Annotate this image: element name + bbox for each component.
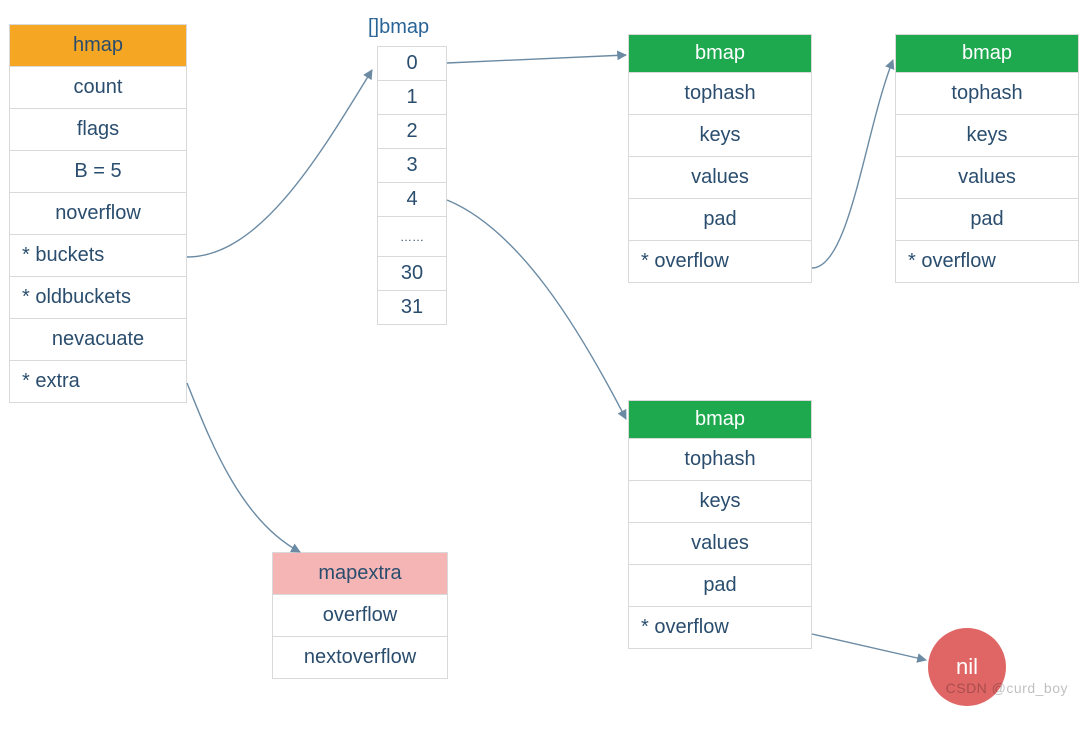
- bmap4-field: tophash: [629, 439, 812, 481]
- bmap4-header: bmap: [629, 401, 812, 439]
- bmap-overflow-field: tophash: [896, 73, 1079, 115]
- bmap4-field: pad: [629, 565, 812, 607]
- bmap0-header: bmap: [629, 35, 812, 73]
- bmap0-field: tophash: [629, 73, 812, 115]
- bmap-array-label: []bmap: [368, 16, 429, 39]
- hmap-field: flags: [10, 109, 187, 151]
- arrow-index0-to-bmap0: [447, 55, 626, 63]
- arrow-bmap4-overflow-nil: [812, 634, 926, 660]
- hmap-table: hmap count flags B = 5 noverflow * bucke…: [9, 24, 187, 403]
- array-cell-ellipsis: ……: [378, 217, 447, 257]
- arrow-index4-to-bmap4: [447, 200, 626, 419]
- mapextra-header: mapextra: [273, 553, 448, 595]
- bmap-overflow-field-overflow: * overflow: [896, 241, 1079, 283]
- bmap0-field: pad: [629, 199, 812, 241]
- bmap0-table: bmap tophash keys values pad * overflow: [628, 34, 812, 283]
- hmap-field: count: [10, 67, 187, 109]
- mapextra-field: nextoverflow: [273, 637, 448, 679]
- bmap4-table: bmap tophash keys values pad * overflow: [628, 400, 812, 649]
- array-cell: 0: [378, 47, 447, 81]
- array-cell: 3: [378, 149, 447, 183]
- array-cell: 30: [378, 257, 447, 291]
- hmap-field: noverflow: [10, 193, 187, 235]
- hmap-field-extra: * extra: [10, 361, 187, 403]
- arrow-extra-to-mapextra: [187, 383, 300, 552]
- arrow-bmap0-overflow: [812, 60, 893, 268]
- bmap0-field: values: [629, 157, 812, 199]
- arrow-buckets-to-array: [187, 70, 372, 257]
- nil-label: nil: [956, 654, 978, 680]
- bmap4-field: values: [629, 523, 812, 565]
- bmap-overflow-table: bmap tophash keys values pad * overflow: [895, 34, 1079, 283]
- bmap4-field-overflow: * overflow: [629, 607, 812, 649]
- bmap-overflow-header: bmap: [896, 35, 1079, 73]
- bmap0-field: keys: [629, 115, 812, 157]
- array-cell: 4: [378, 183, 447, 217]
- mapextra-table: mapextra overflow nextoverflow: [272, 552, 448, 679]
- watermark: CSDN @curd_boy: [946, 680, 1068, 696]
- mapextra-field: overflow: [273, 595, 448, 637]
- array-cell: 31: [378, 291, 447, 325]
- hmap-field: nevacuate: [10, 319, 187, 361]
- bmap-overflow-field: keys: [896, 115, 1079, 157]
- hmap-header: hmap: [10, 25, 187, 67]
- bmap-overflow-field: values: [896, 157, 1079, 199]
- bmap-overflow-field: pad: [896, 199, 1079, 241]
- bmap0-field-overflow: * overflow: [629, 241, 812, 283]
- hmap-field: B = 5: [10, 151, 187, 193]
- hmap-field-oldbuckets: * oldbuckets: [10, 277, 187, 319]
- array-cell: 2: [378, 115, 447, 149]
- array-cell: 1: [378, 81, 447, 115]
- hmap-field-buckets: * buckets: [10, 235, 187, 277]
- bmap-array-table: 0 1 2 3 4 …… 30 31: [377, 46, 447, 325]
- bmap4-field: keys: [629, 481, 812, 523]
